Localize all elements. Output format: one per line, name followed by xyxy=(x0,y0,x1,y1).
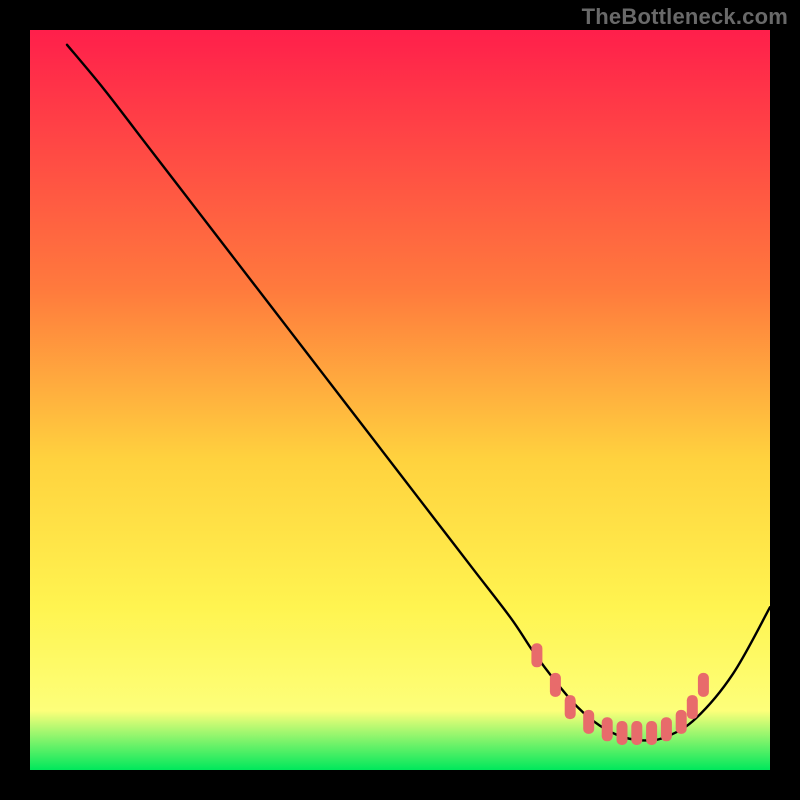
marker-dot xyxy=(602,717,613,741)
marker-dot xyxy=(661,717,672,741)
marker-dot xyxy=(583,710,594,734)
marker-dot xyxy=(698,673,709,697)
marker-dot xyxy=(531,643,542,667)
plot-gradient-background xyxy=(30,30,770,770)
marker-dot xyxy=(565,695,576,719)
bottleneck-chart xyxy=(0,0,800,800)
marker-dot xyxy=(550,673,561,697)
watermark-text: TheBottleneck.com xyxy=(582,4,788,30)
marker-dot xyxy=(676,710,687,734)
marker-dot xyxy=(631,721,642,745)
chart-frame: { "watermark": "TheBottleneck.com", "col… xyxy=(0,0,800,800)
marker-dot xyxy=(617,721,628,745)
marker-dot xyxy=(687,695,698,719)
marker-dot xyxy=(646,721,657,745)
